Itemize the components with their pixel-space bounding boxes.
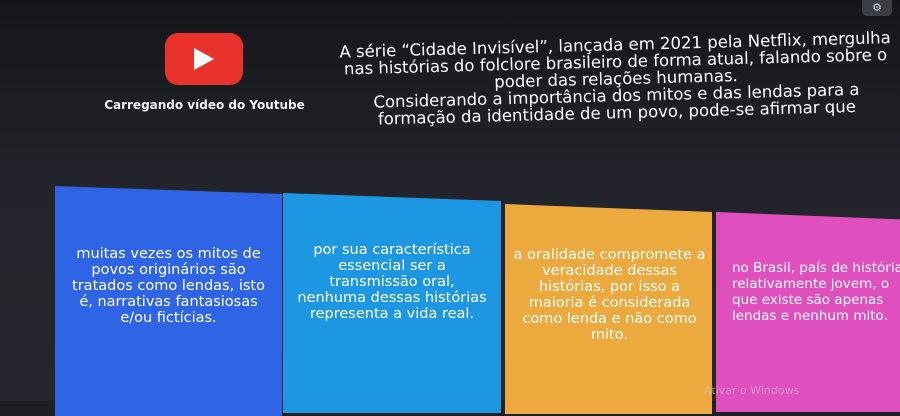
quiz-screen: ⚙ Carregando vídeo do Youtube A série “C… — [0, 0, 900, 416]
answer-option-4-text: no Brasil, país de história relativament… — [732, 260, 900, 324]
answer-option-4[interactable]: no Brasil, país de história relativament… — [716, 212, 900, 412]
answer-option-3-text: a oralidade compromete a veracidade dess… — [513, 247, 706, 343]
answer-option-1-text: muitas vezes os mitos de povos originári… — [72, 246, 265, 326]
answer-option-1[interactable]: muitas vezes os mitos de povos originári… — [55, 186, 282, 416]
answer-options: muitas vezes os mitos de povos originári… — [0, 0, 900, 416]
answer-option-2-text: por sua característica essencial ser a t… — [297, 242, 487, 322]
windows-activation-watermark: Ativar o Windows — [704, 384, 800, 397]
answer-option-3[interactable]: a oralidade compromete a veracidade dess… — [505, 204, 712, 414]
answer-option-2[interactable]: por sua característica essencial ser a t… — [283, 193, 501, 413]
